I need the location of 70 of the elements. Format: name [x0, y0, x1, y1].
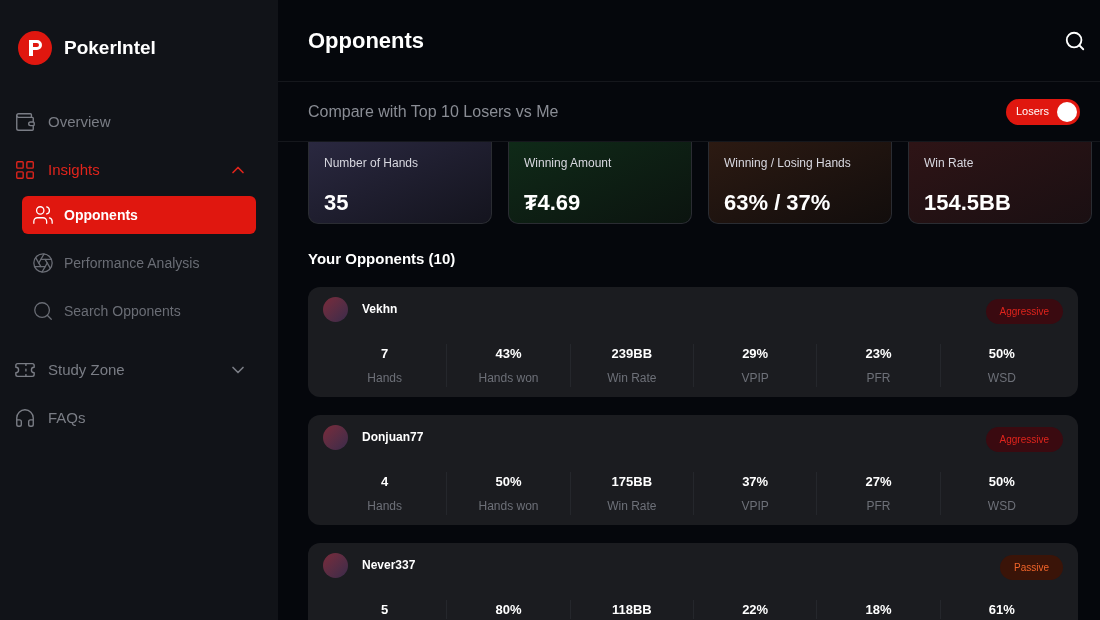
stat-value: 7: [381, 344, 389, 363]
stat-label: VPIP: [741, 370, 769, 387]
nav-item[interactable]: Insights: [0, 148, 278, 192]
stat-label: Hands won: [478, 498, 539, 515]
nav-item[interactable]: Study Zone: [0, 348, 278, 392]
avatar: [323, 296, 348, 322]
avatar: [323, 552, 348, 578]
opponent-name: Never337: [362, 557, 416, 574]
section-title: Your Opponents (10): [307, 249, 457, 269]
stat-value: 29%: [742, 344, 769, 363]
opponent-name: Vekhn: [362, 301, 398, 318]
opponent-card[interactable]: Donjuan77 Aggressive 4 Hands 50% Hands won 175BB Win Rate 37% VPIP 27% PFR 50% WSD: [308, 414, 1078, 525]
opponent-card[interactable]: Never337 Passive 5 80% 118BB 22% 18% 61%: [308, 542, 1078, 620]
stat-value: 50%: [988, 344, 1015, 363]
stat-value: 175BB: [611, 472, 653, 491]
stat-label: Hands won: [478, 370, 539, 387]
stat-label: WSD: [987, 370, 1016, 387]
stat-label: VPIP: [741, 498, 769, 515]
nav-item[interactable]: FAQs: [0, 396, 278, 440]
losers-toggle[interactable]: Losers: [1005, 98, 1080, 125]
stat-label: WSD: [987, 498, 1016, 515]
opponent-card[interactable]: Vekhn Aggressive 7 Hands 43% Hands won 239BB Win Rate 29% VPIP 23% PFR 50% WSD: [308, 286, 1078, 397]
stat-label: Hands: [367, 498, 402, 515]
stat-label: Winning Amount: [524, 155, 613, 172]
stat-label: Number of Hands: [324, 155, 420, 172]
stat-value: 154.5BB: [924, 189, 1012, 217]
stat-label: Win Rate: [607, 370, 657, 387]
stat-value: 63% / 37%: [724, 189, 832, 217]
compare-text: Compare with Top 10 Losers vs Me: [308, 101, 559, 122]
style-tag: Aggressive: [985, 298, 1063, 324]
users-icon: [32, 204, 54, 226]
stat-value: ₮4.69: [524, 189, 582, 217]
stat-value: 239BB: [611, 344, 653, 363]
stat-value: 4: [381, 472, 389, 491]
stat-value: 118BB: [611, 600, 652, 619]
logo-icon: [18, 31, 52, 65]
nav-subitem[interactable]: Performance Analysis: [22, 244, 256, 282]
style-tag: Passive: [1000, 554, 1063, 580]
nav-subitem[interactable]: Search Opponents: [22, 292, 256, 330]
avatar: [323, 424, 348, 450]
nav-item[interactable]: Overview: [0, 100, 278, 144]
stat-label: Hands: [367, 370, 402, 387]
stat-label: Win Rate: [607, 498, 657, 515]
page-title: Opponents: [308, 27, 425, 55]
stat-value: 80%: [495, 600, 522, 619]
aperture-icon: [32, 252, 54, 274]
stat-value: 23%: [865, 344, 892, 363]
stat-value: 22%: [742, 600, 769, 619]
stat-value: 37%: [742, 472, 769, 491]
stat-label: Winning / Losing Hands: [724, 155, 852, 172]
stat-label: PFR: [866, 498, 891, 515]
style-tag: Aggressive: [985, 426, 1063, 452]
stat-value: 5: [381, 600, 389, 619]
search-icon[interactable]: [1064, 29, 1086, 52]
stat-value: 35: [324, 189, 350, 217]
search-icon: [32, 300, 54, 322]
stat-value: 18%: [865, 600, 892, 619]
grid-icon: [14, 159, 36, 181]
wallet-icon: [14, 111, 36, 133]
stat-value: 27%: [865, 472, 892, 491]
stat-label: PFR: [866, 370, 891, 387]
stat-value: 61%: [988, 600, 1015, 619]
opponent-name: Donjuan77: [362, 429, 424, 446]
nav-subitem[interactable]: Opponents: [22, 196, 256, 234]
stat-value: 50%: [495, 472, 522, 491]
stat-value: 50%: [988, 472, 1015, 491]
headphones-icon: [14, 407, 36, 429]
stat-label: Win Rate: [924, 155, 975, 172]
stat-value: 43%: [495, 344, 522, 363]
brand-name: PokerIntel: [64, 35, 156, 60]
